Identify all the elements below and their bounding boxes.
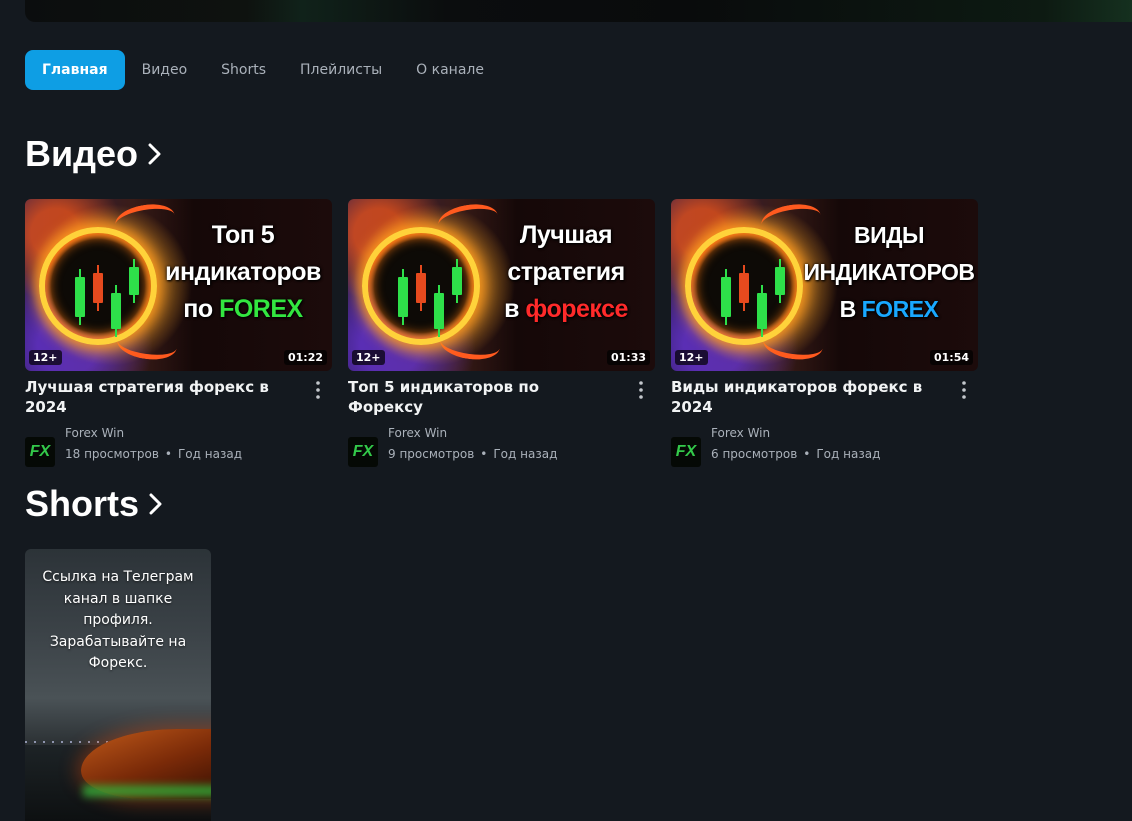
more-vert-icon[interactable] (639, 381, 643, 399)
shorts-section-title: Shorts (25, 483, 140, 524)
candlestick-ring-graphic (39, 227, 157, 345)
videos-section-title: Видео (25, 133, 138, 174)
car-glow (83, 785, 211, 797)
tab-about[interactable]: О канале (399, 50, 501, 90)
channel-avatar-icon[interactable]: FX (348, 437, 378, 467)
video-title[interactable]: Лучшая стратегия форекс в 2024 (25, 377, 296, 417)
more-vert-icon[interactable] (962, 381, 966, 399)
video-title[interactable]: Топ 5 индикаторов по Форексу (348, 377, 619, 417)
age-rating-badge: 12+ (29, 350, 62, 365)
channel-tabs: Главная Видео Shorts Плейлисты О канале (25, 50, 501, 90)
video-card[interactable]: Топ 5 индикаторов по FOREX 12+ 01:22 Луч… (25, 199, 332, 467)
age-rating-badge: 12+ (352, 350, 385, 365)
video-thumbnail[interactable]: ВИДЫ ИНДИКАТОРОВ В FOREX 12+ 01:54 (671, 199, 978, 371)
channel-name[interactable]: Forex Win (388, 423, 557, 444)
view-count: 6 просмотров (711, 447, 798, 461)
video-thumbnail[interactable]: Топ 5 индикаторов по FOREX 12+ 01:22 (25, 199, 332, 371)
separator: • (480, 447, 488, 461)
separator: • (164, 447, 172, 461)
videos-row: Топ 5 индикаторов по FOREX 12+ 01:22 Луч… (25, 199, 978, 467)
tab-shorts[interactable]: Shorts (204, 50, 283, 90)
view-count: 9 просмотров (388, 447, 475, 461)
publish-date: Год назад (177, 447, 242, 461)
video-card[interactable]: ВИДЫ ИНДИКАТОРОВ В FOREX 12+ 01:54 Виды … (671, 199, 978, 467)
channel-banner (25, 0, 1132, 22)
publish-date: Год назад (493, 447, 558, 461)
channel-avatar-icon[interactable]: FX (25, 437, 55, 467)
tab-playlists[interactable]: Плейлисты (283, 50, 399, 90)
channel-avatar-icon[interactable]: FX (671, 437, 701, 467)
videos-section-heading[interactable]: Видео (25, 133, 162, 175)
short-caption: Ссылка на Телеграм канал в шапке профиля… (42, 569, 194, 671)
shorts-section-heading[interactable]: Shorts (25, 483, 163, 525)
chevron-right-icon (148, 143, 161, 165)
duration-badge: 01:22 (283, 350, 327, 365)
short-card[interactable]: Ссылка на Телеграм канал в шапке профиля… (25, 549, 211, 821)
separator: • (803, 447, 811, 461)
tab-home[interactable]: Главная (25, 50, 125, 90)
duration-badge: 01:54 (929, 350, 973, 365)
candlestick-ring-graphic (685, 227, 803, 345)
tab-videos[interactable]: Видео (125, 50, 205, 90)
candlestick-ring-graphic (362, 227, 480, 345)
video-card[interactable]: Лучшая стратегия в форексе 12+ 01:33 Топ… (348, 199, 655, 467)
age-rating-badge: 12+ (675, 350, 708, 365)
thumbnail-caption: Топ 5 индикаторов по FOREX (165, 221, 321, 323)
more-vert-icon[interactable] (316, 381, 320, 399)
view-count: 18 просмотров (65, 447, 159, 461)
thumbnail-caption: ВИДЫ ИНДИКАТОРОВ В FOREX (803, 222, 975, 322)
chevron-right-icon (149, 493, 162, 515)
channel-name[interactable]: Forex Win (65, 423, 242, 444)
channel-name[interactable]: Forex Win (711, 423, 880, 444)
video-thumbnail[interactable]: Лучшая стратегия в форексе 12+ 01:33 (348, 199, 655, 371)
thumbnail-caption: Лучшая стратегия в форексе (504, 221, 628, 323)
publish-date: Год назад (816, 447, 881, 461)
duration-badge: 01:33 (606, 350, 650, 365)
video-title[interactable]: Виды индикаторов форекс в 2024 (671, 377, 942, 417)
